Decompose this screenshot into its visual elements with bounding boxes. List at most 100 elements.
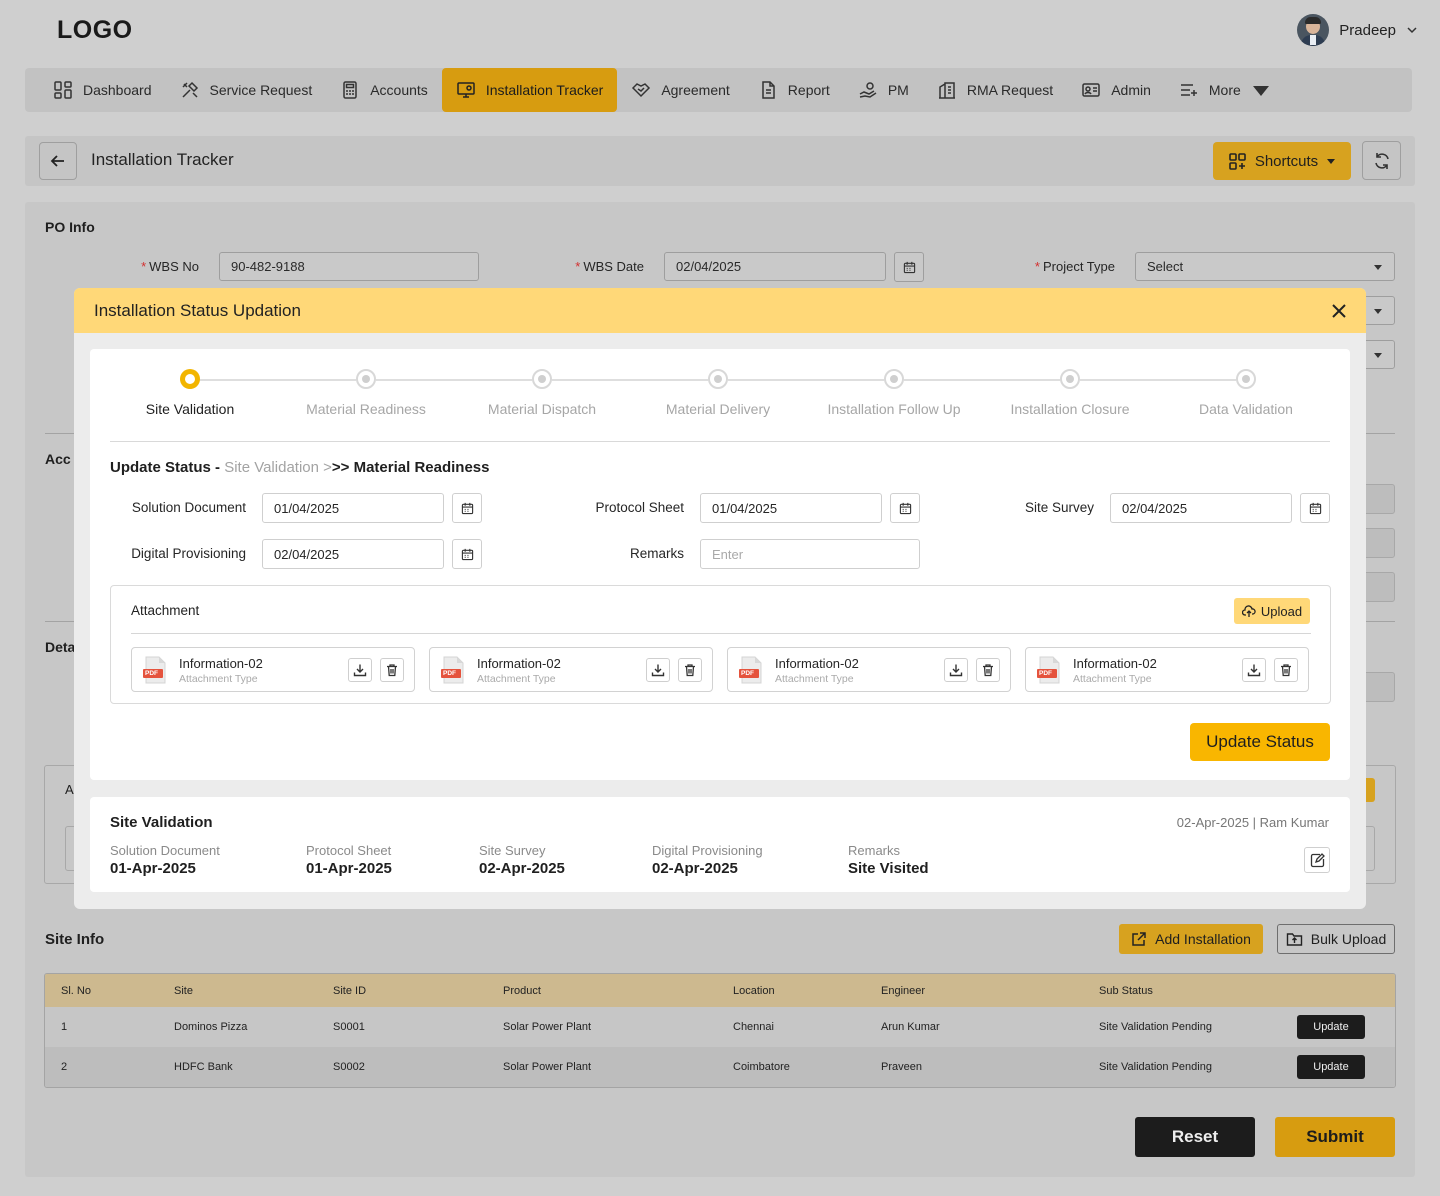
site-survey-calendar-button[interactable] [1300,493,1330,523]
po-info-title: PO Info [45,219,95,235]
step-dot[interactable] [1060,369,1080,389]
cell-sub-status: Site Validation Pending [1099,1021,1212,1033]
step-dot[interactable] [1236,369,1256,389]
history-item: Remarks Site Visited [848,843,929,877]
nav-admin[interactable]: Admin [1067,68,1165,112]
external-link-icon [1132,932,1146,946]
caret-down-icon [1252,86,1269,96]
calendar-icon [461,502,473,514]
step-label[interactable]: Installation Closure [1010,401,1129,417]
solution-document-input[interactable]: 01/04/2025 [262,493,444,523]
add-installation-button[interactable]: Add Installation [1119,924,1263,954]
update-row-button[interactable]: Update [1297,1015,1365,1039]
cell-site: Dominos Pizza [174,1021,248,1033]
nav-installation-tracker[interactable]: Installation Tracker [441,68,618,112]
building-icon [938,82,955,99]
download-icon [651,664,665,677]
download-icon [1247,664,1261,677]
download-button[interactable] [348,658,372,682]
caret-down-icon [1374,352,1382,358]
nav-label: Dashboard [83,82,152,98]
refresh-button[interactable] [1362,141,1401,180]
file-name: Information-02 [477,656,561,671]
step-dot[interactable] [180,369,200,389]
bg-section-det: Deta [45,639,76,655]
nav-label: Installation Tracker [485,82,604,98]
cell-location: Chennai [733,1021,774,1033]
wbs-date-input[interactable]: 02/04/2025 [664,252,886,281]
nav-dashboard[interactable]: Dashboard [39,68,166,112]
nav-label: RMA Request [966,82,1054,98]
close-icon[interactable] [1330,302,1348,320]
step-dot[interactable] [708,369,728,389]
delete-button[interactable] [976,658,1000,682]
step-label[interactable]: Material Delivery [666,401,770,417]
step-dot[interactable] [356,369,376,389]
wbs-date-calendar-button[interactable] [894,252,924,282]
edit-history-button[interactable] [1304,847,1330,873]
step-connector [376,379,532,381]
download-button[interactable] [1242,658,1266,682]
refresh-icon [1374,152,1389,169]
user-menu[interactable]: Pradeep [1297,14,1418,46]
nav-more[interactable]: More [1165,68,1285,112]
remarks-input[interactable]: Enter [700,539,920,569]
col-header: Sub Status [1099,984,1153,997]
nav-rma-request[interactable]: RMA Request [923,68,1067,112]
step-label[interactable]: Material Dispatch [488,401,596,417]
nav-pm[interactable]: PM [844,68,923,112]
step-label[interactable]: Data Validation [1199,401,1293,417]
upload-label: Upload [1260,603,1303,619]
update-status-button[interactable]: Update Status [1190,723,1330,761]
upload-button[interactable]: Upload [1234,598,1310,624]
folder-upload-icon [1286,933,1302,946]
project-type-select[interactable]: Select [1135,252,1395,281]
nav-agreement[interactable]: Agreement [617,68,743,112]
delete-button[interactable] [678,658,702,682]
reset-button[interactable]: Reset [1135,1117,1255,1157]
protocol-sheet-label: Protocol Sheet [595,500,684,515]
solution-document-calendar-button[interactable] [452,493,482,523]
wbs-no-input[interactable]: 90-482-9188 [219,252,479,281]
add-installation-label: Add Installation [1155,931,1251,947]
nav-label: Admin [1111,82,1151,98]
col-header: Site [174,984,193,997]
protocol-sheet-calendar-button[interactable] [890,493,920,523]
nav-service-request[interactable]: Service Request [166,68,327,112]
history-title: Site Validation [110,814,213,831]
delete-button[interactable] [1274,658,1298,682]
step-label[interactable]: Material Readiness [306,401,426,417]
digital-provisioning-calendar-button[interactable] [452,539,482,569]
file-name: Information-02 [775,656,859,671]
caret-down-icon [1374,264,1382,270]
site-survey-input[interactable]: 02/04/2025 [1110,493,1292,523]
nav-label: More [1208,82,1241,98]
nav-accounts[interactable]: Accounts [326,68,442,112]
shortcuts-button[interactable]: Shortcuts [1213,142,1351,180]
bg-section-acc: Acc [45,451,71,467]
caret-down-icon [1374,308,1382,314]
update-row-button[interactable]: Update [1297,1055,1365,1079]
step-label[interactable]: Site Validation [146,401,234,417]
step-label[interactable]: Installation Follow Up [827,401,960,417]
hand-gear-icon [859,82,877,98]
back-button[interactable] [39,142,77,180]
file-type: Attachment Type [179,673,258,685]
download-button[interactable] [944,658,968,682]
nav-report[interactable]: Report [744,68,844,112]
bulk-upload-button[interactable]: Bulk Upload [1277,924,1395,954]
digital-provisioning-input[interactable]: 02/04/2025 [262,539,444,569]
handshake-icon [632,83,651,98]
download-button[interactable] [646,658,670,682]
bg-attachment-title: A [65,782,74,797]
cell-product: Solar Power Plant [503,1061,592,1073]
submit-button[interactable]: Submit [1275,1117,1395,1157]
step-dot[interactable] [884,369,904,389]
nav-label: Accounts [370,82,428,98]
step-dot[interactable] [532,369,552,389]
protocol-sheet-input[interactable]: 01/04/2025 [700,493,882,523]
delete-button[interactable] [380,658,404,682]
table-row: 2 HDFC Bank S0002 Solar Power Plant Coim… [45,1047,1395,1087]
list-add-icon [1180,84,1197,96]
calendar-icon [899,502,911,514]
